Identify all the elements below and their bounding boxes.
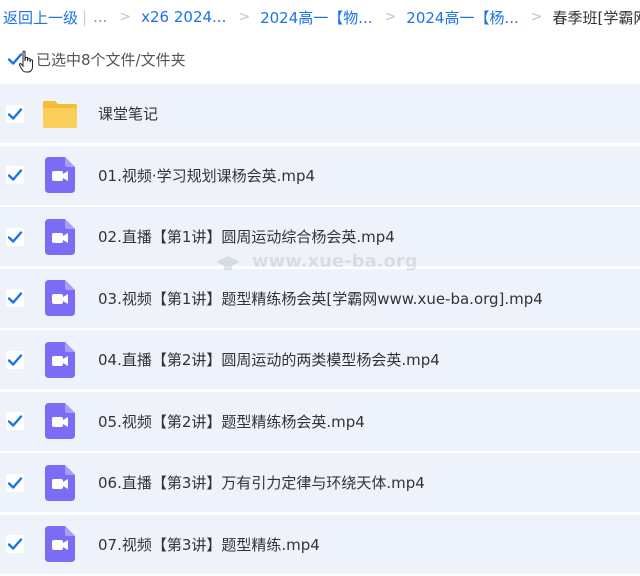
file-row[interactable]: 04.直播【第2讲】圆周运动的两类模型杨会英.mp4 bbox=[0, 330, 640, 390]
file-checkbox[interactable] bbox=[6, 289, 24, 307]
file-row[interactable]: 02.直播【第1讲】圆周运动综合杨会英.mp4 bbox=[0, 207, 640, 267]
checkmark-icon bbox=[7, 415, 23, 427]
file-row[interactable]: 05.视频【第2讲】题型精练杨会英.mp4 bbox=[0, 391, 640, 452]
breadcrumb-ellipsis[interactable]: ... bbox=[93, 8, 107, 26]
chevron-right-icon: > bbox=[119, 9, 132, 25]
file-name[interactable]: 03.视频【第1讲】题型精练杨会英[学霸网www.xue-ba.org].mp4 bbox=[98, 288, 543, 309]
file-checkbox[interactable] bbox=[6, 166, 24, 184]
breadcrumb-item[interactable]: 2024高一【物... bbox=[260, 7, 372, 28]
file-row[interactable]: 课堂笔记 bbox=[0, 84, 640, 144]
breadcrumb: 返回上一级 | ... > x26 2024... > 2024高一【物... … bbox=[0, 0, 640, 34]
checkmark-icon bbox=[7, 292, 23, 304]
video-file-icon bbox=[42, 157, 78, 193]
chevron-right-icon: > bbox=[238, 9, 251, 25]
selection-count-text: 已选中8个文件/文件夹 bbox=[36, 50, 186, 69]
file-row[interactable]: 03.视频【第1讲】题型精练杨会英[学霸网www.xue-ba.org].mp4 bbox=[0, 268, 640, 329]
file-name[interactable]: 01.视频·学习规划课杨会英.mp4 bbox=[98, 165, 315, 186]
file-name[interactable]: 06.直播【第3讲】万有引力定律与环绕天体.mp4 bbox=[98, 472, 425, 493]
checkmark-icon bbox=[7, 476, 23, 489]
video-file-icon bbox=[42, 218, 78, 255]
selection-bar: 已选中8个文件/文件夹 bbox=[0, 38, 640, 80]
file-name[interactable]: 04.直播【第2讲】圆周运动的两类模型杨会英.mp4 bbox=[98, 349, 440, 370]
file-name[interactable]: 课堂笔记 bbox=[98, 103, 158, 124]
file-checkbox[interactable] bbox=[6, 104, 24, 123]
file-list: 课堂笔记 01.视频·学习规划课杨会英.mp4 02.直播【第1讲】圆周运动综合杨会… bbox=[0, 84, 640, 576]
video-file-icon bbox=[42, 403, 78, 439]
file-name[interactable]: 02.直播【第1讲】圆周运动综合杨会英.mp4 bbox=[98, 226, 395, 247]
file-checkbox[interactable] bbox=[6, 473, 24, 492]
file-row[interactable]: 06.直播【第3讲】万有引力定律与环绕天体.mp4 bbox=[0, 453, 640, 513]
file-checkbox[interactable] bbox=[6, 350, 24, 369]
video-file-icon bbox=[42, 526, 78, 562]
checkmark-icon bbox=[7, 107, 23, 120]
file-checkbox[interactable] bbox=[6, 227, 24, 246]
checkmark-icon bbox=[7, 230, 23, 243]
back-link[interactable]: 返回上一级 bbox=[3, 7, 78, 28]
divider: | bbox=[82, 8, 88, 26]
chevron-right-icon: > bbox=[384, 9, 397, 25]
video-file-icon bbox=[42, 464, 78, 501]
file-name[interactable]: 05.视频【第2讲】题型精练杨会英.mp4 bbox=[98, 411, 365, 432]
breadcrumb-item[interactable]: 2024高一【杨... bbox=[406, 7, 518, 28]
checkmark-icon bbox=[7, 169, 23, 181]
file-row[interactable]: 01.视频·学习规划课杨会英.mp4 bbox=[0, 145, 640, 206]
file-name[interactable]: 07.视频【第3讲】题型精练.mp4 bbox=[98, 534, 320, 555]
checkmark-icon bbox=[7, 538, 23, 550]
file-checkbox[interactable] bbox=[6, 412, 24, 430]
breadcrumb-item[interactable]: x26 2024... bbox=[141, 8, 226, 26]
hand-cursor-icon bbox=[18, 50, 33, 73]
breadcrumb-current: 春季班[学霸网w... bbox=[552, 8, 640, 27]
folder-icon bbox=[42, 96, 78, 132]
video-file-icon bbox=[42, 280, 78, 316]
video-file-icon bbox=[42, 341, 78, 378]
chevron-right-icon: > bbox=[530, 9, 543, 25]
checkmark-icon bbox=[7, 353, 23, 366]
file-row[interactable]: 07.视频【第3讲】题型精练.mp4 bbox=[0, 514, 640, 575]
file-checkbox[interactable] bbox=[6, 535, 24, 553]
